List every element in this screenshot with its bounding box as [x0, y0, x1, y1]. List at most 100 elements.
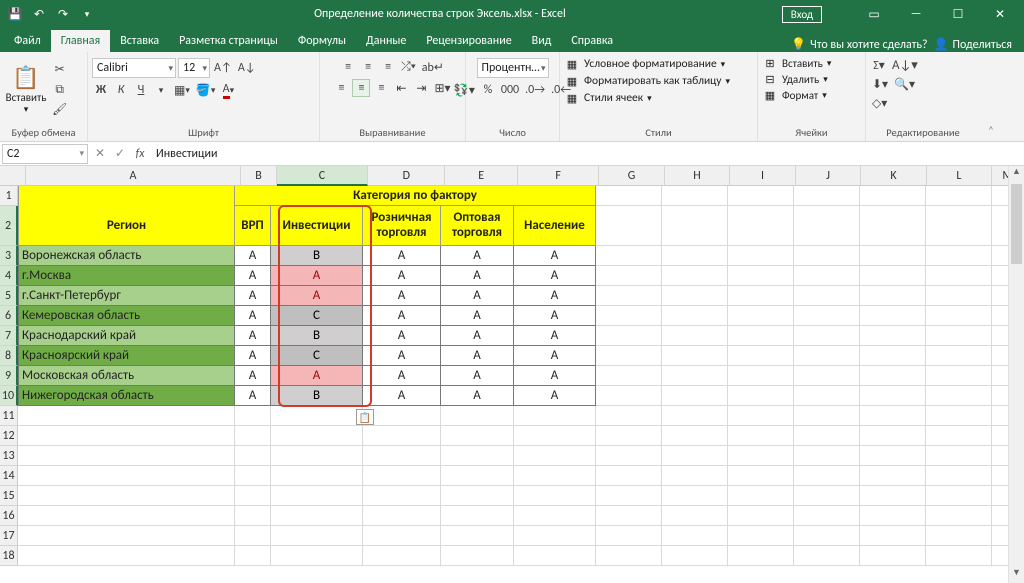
- cell[interactable]: A: [235, 286, 271, 306]
- paste-button[interactable]: 📋 Вставить ▾: [4, 58, 48, 122]
- cell[interactable]: [728, 326, 794, 346]
- cell[interactable]: A: [235, 246, 271, 266]
- cell[interactable]: A: [441, 266, 514, 286]
- cut-icon[interactable]: ✂: [50, 61, 69, 79]
- cell[interactable]: [860, 446, 926, 466]
- format-painter-icon[interactable]: 🖌: [50, 101, 69, 119]
- cell[interactable]: A: [363, 246, 441, 266]
- tab-view[interactable]: Вид: [522, 30, 562, 52]
- cell[interactable]: [441, 546, 514, 566]
- cell[interactable]: [860, 326, 926, 346]
- cell[interactable]: A: [441, 306, 514, 326]
- cell[interactable]: A: [514, 366, 596, 386]
- cell[interactable]: [596, 406, 662, 426]
- cell[interactable]: A: [363, 326, 441, 346]
- row-header[interactable]: 10: [0, 386, 18, 406]
- cell[interactable]: [794, 406, 860, 426]
- minimize-icon[interactable]: —: [896, 0, 936, 28]
- cell[interactable]: [728, 346, 794, 366]
- cell[interactable]: [794, 526, 860, 546]
- select-all-corner[interactable]: [0, 166, 26, 186]
- cell[interactable]: [926, 186, 992, 206]
- cell[interactable]: [860, 386, 926, 406]
- cell[interactable]: [794, 246, 860, 266]
- cell[interactable]: [18, 406, 235, 426]
- sort-filter-icon[interactable]: A↓▾: [890, 56, 920, 74]
- cell[interactable]: [235, 466, 271, 486]
- tab-page-layout[interactable]: Разметка страницы: [169, 30, 288, 52]
- cell[interactable]: [235, 486, 271, 506]
- cell[interactable]: [662, 426, 728, 446]
- cell[interactable]: [926, 486, 992, 506]
- cell[interactable]: [662, 446, 728, 466]
- cell[interactable]: [860, 546, 926, 566]
- fill-icon[interactable]: ⬇▾: [870, 75, 890, 93]
- cell[interactable]: [596, 426, 662, 446]
- cell-styles-button[interactable]: ▦Стили ячеек▾: [564, 90, 652, 106]
- cell[interactable]: [728, 206, 794, 246]
- cell[interactable]: [794, 426, 860, 446]
- cell[interactable]: B: [271, 386, 363, 406]
- cell[interactable]: C: [271, 346, 363, 366]
- cell[interactable]: A: [441, 346, 514, 366]
- row-header[interactable]: 13: [0, 446, 18, 466]
- cell[interactable]: A: [514, 286, 596, 306]
- cell[interactable]: [18, 466, 235, 486]
- cell[interactable]: [18, 486, 235, 506]
- bold-button[interactable]: Ж: [92, 81, 110, 99]
- cell[interactable]: Нижегородская область: [18, 386, 235, 406]
- cell[interactable]: [926, 446, 992, 466]
- cell[interactable]: [926, 466, 992, 486]
- cell[interactable]: [794, 466, 860, 486]
- cell[interactable]: [728, 506, 794, 526]
- cell[interactable]: [596, 306, 662, 326]
- cell[interactable]: A: [441, 366, 514, 386]
- wrap-text-icon[interactable]: ab↵: [420, 58, 446, 76]
- cell[interactable]: [271, 406, 363, 426]
- row-header[interactable]: 6: [0, 306, 18, 326]
- cell[interactable]: A: [271, 366, 363, 386]
- row-header[interactable]: 5: [0, 286, 18, 306]
- cell[interactable]: [728, 446, 794, 466]
- cell[interactable]: г.Санкт-Петербург: [18, 286, 235, 306]
- cell[interactable]: Оптоваяторговля: [441, 206, 514, 246]
- cell[interactable]: [596, 466, 662, 486]
- cell[interactable]: [728, 286, 794, 306]
- cell[interactable]: [794, 446, 860, 466]
- cell[interactable]: [926, 326, 992, 346]
- cell[interactable]: [728, 266, 794, 286]
- cell[interactable]: [596, 546, 662, 566]
- cell[interactable]: [514, 486, 596, 506]
- cell[interactable]: [794, 386, 860, 406]
- cell[interactable]: [271, 466, 363, 486]
- cell[interactable]: [794, 506, 860, 526]
- cell[interactable]: [926, 286, 992, 306]
- cell[interactable]: [926, 386, 992, 406]
- cell[interactable]: [728, 546, 794, 566]
- copy-icon[interactable]: ⧉: [50, 81, 69, 99]
- format-cells-button[interactable]: ▦Формат▾: [762, 88, 827, 103]
- worksheet[interactable]: ABCDEFGHIJKLM 12345678910111213141516171…: [0, 166, 1024, 583]
- cell[interactable]: [441, 486, 514, 506]
- cell[interactable]: Красноярский край: [18, 346, 235, 366]
- cell[interactable]: [728, 406, 794, 426]
- border-icon[interactable]: ▦▾: [172, 81, 192, 99]
- cell[interactable]: [514, 506, 596, 526]
- cell[interactable]: A: [235, 366, 271, 386]
- cell[interactable]: [596, 186, 662, 206]
- cell[interactable]: [596, 506, 662, 526]
- cell[interactable]: [662, 546, 728, 566]
- cell[interactable]: [18, 546, 235, 566]
- decrease-font-icon[interactable]: A↓: [236, 59, 258, 77]
- cell[interactable]: [794, 346, 860, 366]
- cell[interactable]: [441, 466, 514, 486]
- row-header[interactable]: 14: [0, 466, 18, 486]
- cell[interactable]: [926, 426, 992, 446]
- cell[interactable]: Инвестиции: [271, 206, 363, 246]
- cell[interactable]: [860, 286, 926, 306]
- cell[interactable]: A: [441, 326, 514, 346]
- row-header[interactable]: 8: [0, 346, 18, 366]
- comma-format-icon[interactable]: 000: [499, 81, 521, 99]
- cell[interactable]: [363, 446, 441, 466]
- cell[interactable]: A: [514, 306, 596, 326]
